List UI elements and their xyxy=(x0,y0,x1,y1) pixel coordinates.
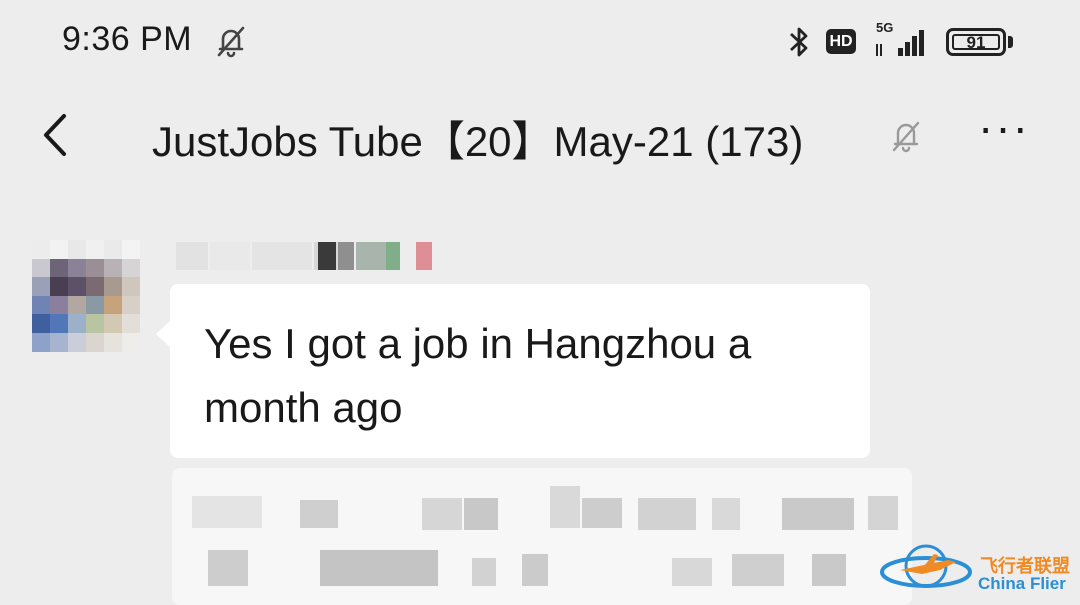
chat-header: JustJobs Tube【20】May-21 (173) ··· xyxy=(0,86,1080,186)
battery-icon: 91 xyxy=(946,28,1006,56)
back-button[interactable] xyxy=(30,104,86,166)
bubble-tail xyxy=(156,320,171,348)
signal-bars-icon xyxy=(876,30,924,56)
sender-name-redacted xyxy=(176,240,434,272)
battery-tip xyxy=(1008,36,1013,48)
mute-icon xyxy=(892,121,920,153)
hd-badge: HD xyxy=(826,29,856,54)
chat-title: JustJobs Tube【20】May-21 (173) xyxy=(152,118,804,165)
bell-off-icon xyxy=(217,26,245,58)
bluetooth-icon xyxy=(790,27,808,57)
status-bar: 9:36 PM HD 5G 91 xyxy=(0,0,1080,86)
avatar[interactable] xyxy=(32,240,140,352)
message-bubble[interactable]: Yes I got a job in Hangzhou a month ago xyxy=(170,284,870,458)
blurred-message xyxy=(172,468,912,605)
airplane-logo-icon xyxy=(880,544,972,588)
watermark-en: China Flier xyxy=(978,574,1066,593)
watermark: 飞行者联盟 China Flier xyxy=(878,536,1078,600)
more-options-button[interactable]: ··· xyxy=(972,104,1036,160)
battery-level: 91 xyxy=(952,34,1000,51)
status-time: 9:36 PM xyxy=(62,20,193,58)
